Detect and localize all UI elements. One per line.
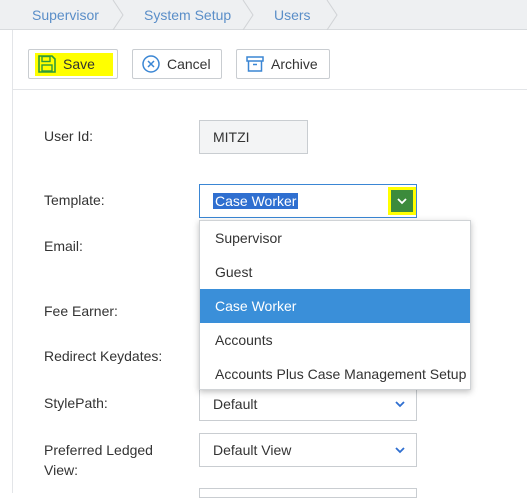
save-button[interactable]: Save (28, 49, 118, 79)
archive-icon (244, 53, 266, 75)
breadcrumb-item-users[interactable]: Users (274, 0, 311, 30)
template-option[interactable]: Accounts Plus Case Management Setup (200, 357, 470, 391)
breadcrumb-separator-icon (112, 0, 124, 30)
template-dropdown-list: Supervisor Guest Case Worker Accounts Ac… (199, 220, 471, 390)
content-border (12, 30, 13, 493)
user-id-field: MITZI (199, 120, 308, 154)
cancel-label: Cancel (167, 56, 211, 72)
user-id-label: User Id: (44, 128, 94, 144)
preferred-ledged-view-label-line1: Preferred Ledged (44, 442, 153, 458)
cancel-button[interactable]: Cancel (132, 49, 222, 79)
save-label: Save (63, 56, 95, 72)
redirect-keydates-label: Redirect Keydates: (44, 348, 163, 364)
archive-label: Archive (271, 56, 318, 72)
fee-earner-label: Fee Earner: (44, 303, 118, 319)
chevron-down-icon (395, 401, 405, 408)
breadcrumb-item-supervisor[interactable]: Supervisor (32, 0, 99, 30)
template-option[interactable]: Supervisor (200, 221, 470, 255)
template-dropdown-toggle[interactable] (388, 187, 416, 215)
chevron-down-icon (397, 198, 407, 205)
toolbar-divider (12, 89, 527, 90)
breadcrumb-separator-icon (326, 0, 338, 30)
preferred-ledged-view-label: Preferred Ledged View: (44, 440, 153, 480)
template-selected-value: Case Worker (213, 193, 299, 209)
cancel-icon (140, 53, 162, 75)
next-field[interactable] (199, 488, 417, 498)
stylepath-select[interactable]: Default (199, 387, 417, 421)
chevron-down-icon (395, 447, 405, 454)
template-select[interactable]: Case Worker (199, 184, 417, 218)
breadcrumb-item-system-setup[interactable]: System Setup (144, 0, 231, 30)
breadcrumb-separator-icon (242, 0, 254, 30)
preferred-ledged-view-label-line2: View: (44, 462, 78, 478)
template-option-selected[interactable]: Case Worker (200, 289, 470, 323)
save-icon (36, 53, 58, 75)
stylepath-value: Default (213, 396, 258, 412)
template-label: Template: (44, 192, 105, 208)
preferred-ledged-view-select[interactable]: Default View (199, 433, 417, 467)
template-option[interactable]: Guest (200, 255, 470, 289)
preferred-ledged-view-value: Default View (213, 442, 292, 458)
email-label: Email: (44, 238, 83, 254)
stylepath-label: StylePath: (44, 395, 108, 411)
archive-button[interactable]: Archive (236, 49, 330, 79)
breadcrumb: Supervisor System Setup Users (0, 0, 527, 30)
template-option[interactable]: Accounts (200, 323, 470, 357)
